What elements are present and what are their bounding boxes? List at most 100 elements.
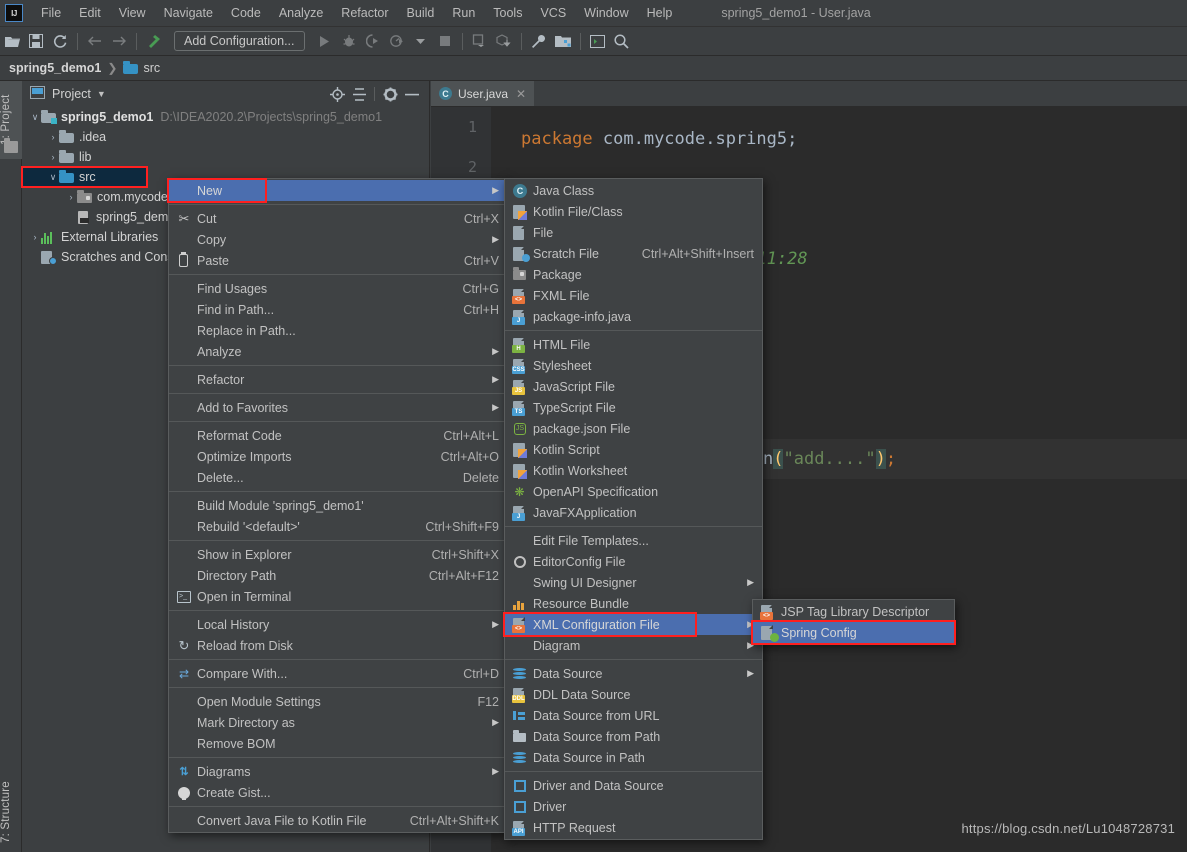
menu-item-kotlin-worksheet[interactable]: Kotlin Worksheet bbox=[505, 460, 762, 481]
menu-item-mark-directory-as[interactable]: Mark Directory as ▶ bbox=[169, 712, 507, 733]
breadcrumb-item-src[interactable]: src bbox=[123, 61, 160, 75]
menu-item-new[interactable]: New ▶ bbox=[169, 180, 507, 201]
menu-item-show-in-explorer[interactable]: Show in Explorer Ctrl+Shift+X bbox=[169, 544, 507, 565]
stop-icon[interactable] bbox=[433, 30, 457, 52]
menu-item-add-to-favorites[interactable]: Add to Favorites ▶ bbox=[169, 397, 507, 418]
menu-item-diagrams[interactable]: ⇅ Diagrams ▶ bbox=[169, 761, 507, 782]
menu-item-driver[interactable]: Driver bbox=[505, 796, 762, 817]
menu-item-fxml-file[interactable]: <> FXML File bbox=[505, 285, 762, 306]
menu-item-paste[interactable]: Paste Ctrl+V bbox=[169, 250, 507, 271]
add-configuration-button[interactable]: Add Configuration... bbox=[174, 31, 305, 51]
build-hammer-icon[interactable] bbox=[142, 30, 166, 52]
menubar-item-file[interactable]: File bbox=[32, 3, 70, 23]
menu-item-stylesheet[interactable]: CSS Stylesheet bbox=[505, 355, 762, 376]
menubar-item-code[interactable]: Code bbox=[222, 3, 270, 23]
menubar-item-tools[interactable]: Tools bbox=[484, 3, 531, 23]
menu-item-find-usages[interactable]: Find Usages Ctrl+G bbox=[169, 278, 507, 299]
menu-item-convert-java-file-to-kotlin-file[interactable]: Convert Java File to Kotlin File Ctrl+Alt… bbox=[169, 810, 507, 831]
tree-node-spring5-demo1[interactable]: ∨ spring5_demo1 D:\IDEA2020.2\Projects\spr… bbox=[22, 107, 430, 127]
menu-item-create-gist-[interactable]: Create Gist... bbox=[169, 782, 507, 803]
menu-item-javafxapplication[interactable]: J JavaFXApplication bbox=[505, 502, 762, 523]
menu-item-scratch-file[interactable]: Scratch File Ctrl+Alt+Shift+Insert bbox=[505, 243, 762, 264]
menu-item-local-history[interactable]: Local History ▶ bbox=[169, 614, 507, 635]
chevron-right-icon[interactable]: › bbox=[47, 152, 59, 162]
collapse-all-icon[interactable] bbox=[348, 84, 370, 104]
menubar-item-build[interactable]: Build bbox=[398, 3, 444, 23]
menu-item-jsp-tag-library-descriptor[interactable]: <> JSP Tag Library Descriptor bbox=[753, 601, 954, 622]
menu-item-data-source-in-path[interactable]: Data Source in Path bbox=[505, 747, 762, 768]
tree-node--idea[interactable]: › .idea bbox=[22, 127, 430, 147]
menu-item-delete-[interactable]: Delete... Delete bbox=[169, 467, 507, 488]
menu-item-analyze[interactable]: Analyze ▶ bbox=[169, 341, 507, 362]
menu-item-build-module-spring5-demo1-[interactable]: Build Module 'spring5_demo1' bbox=[169, 495, 507, 516]
menu-item-reformat-code[interactable]: Reformat Code Ctrl+Alt+L bbox=[169, 425, 507, 446]
menu-item-file[interactable]: File bbox=[505, 222, 762, 243]
menu-item-driver-and-data-source[interactable]: Driver and Data Source bbox=[505, 775, 762, 796]
attach-debugger-icon[interactable] bbox=[468, 30, 492, 52]
stripe-button-structure[interactable]: 7: Structure bbox=[0, 771, 22, 852]
chevron-down-icon[interactable]: ▼ bbox=[97, 89, 106, 99]
tree-node-src[interactable]: ∨ src bbox=[21, 166, 148, 188]
menu-item-spring-config[interactable]: Spring Config bbox=[753, 622, 954, 643]
menubar-item-run[interactable]: Run bbox=[443, 3, 484, 23]
menubar-item-navigate[interactable]: Navigate bbox=[155, 3, 222, 23]
menu-item-typescript-file[interactable]: TS TypeScript File bbox=[505, 397, 762, 418]
menu-item-data-source-from-url[interactable]: Data Source from URL bbox=[505, 705, 762, 726]
menu-item-html-file[interactable]: H HTML File bbox=[505, 334, 762, 355]
menu-item-directory-path[interactable]: Directory Path Ctrl+Alt+F12 bbox=[169, 565, 507, 586]
menu-item-diagram[interactable]: Diagram ▶ bbox=[505, 635, 762, 656]
menu-item-openapi-specification[interactable]: ❋ OpenAPI Specification bbox=[505, 481, 762, 502]
menu-item-refactor[interactable]: Refactor ▶ bbox=[169, 369, 507, 390]
chevron-down-icon[interactable]: ∨ bbox=[29, 112, 41, 123]
menu-item-reload-from-disk[interactable]: ↻ Reload from Disk bbox=[169, 635, 507, 656]
profile-dropdown-icon[interactable] bbox=[409, 30, 433, 52]
menubar-item-vcs[interactable]: VCS bbox=[531, 3, 575, 23]
menu-item-replace-in-path-[interactable]: Replace in Path... bbox=[169, 320, 507, 341]
menu-item-xml-configuration-file[interactable]: <> XML Configuration File ▶ bbox=[505, 614, 762, 635]
open-folder-icon[interactable] bbox=[0, 30, 24, 52]
menu-item-kotlin-script[interactable]: Kotlin Script bbox=[505, 439, 762, 460]
sync-icon[interactable] bbox=[48, 30, 72, 52]
menu-item-swing-ui-designer[interactable]: Swing UI Designer ▶ bbox=[505, 572, 762, 593]
debug-icon[interactable] bbox=[337, 30, 361, 52]
menu-item-copy[interactable]: Copy ▶ bbox=[169, 229, 507, 250]
chevron-right-icon[interactable]: › bbox=[29, 232, 41, 242]
run-with-coverage-icon[interactable] bbox=[361, 30, 385, 52]
menu-item-cut[interactable]: ✂ Cut Ctrl+X bbox=[169, 208, 507, 229]
editor-tab-user-java[interactable]: C User.java ✕ bbox=[431, 81, 535, 106]
menu-item-edit-file-templates-[interactable]: Edit File Templates... bbox=[505, 530, 762, 551]
menu-item-find-in-path-[interactable]: Find in Path... Ctrl+H bbox=[169, 299, 507, 320]
menu-item-ddl-data-source[interactable]: DDL DDL Data Source bbox=[505, 684, 762, 705]
menu-item-package[interactable]: Package bbox=[505, 264, 762, 285]
menu-item-compare-with-[interactable]: ⇄ Compare With... Ctrl+D bbox=[169, 663, 507, 684]
menu-item-editorconfig-file[interactable]: EditorConfig File bbox=[505, 551, 762, 572]
menu-item-package-info-java[interactable]: Jpackage-info.java bbox=[505, 306, 762, 327]
menu-item-remove-bom[interactable]: Remove BOM bbox=[169, 733, 507, 754]
menu-item-data-source[interactable]: Data Source ▶ bbox=[505, 663, 762, 684]
menubar-item-view[interactable]: View bbox=[110, 3, 155, 23]
chevron-down-icon[interactable]: ∨ bbox=[47, 172, 59, 183]
terminal-icon[interactable] bbox=[586, 30, 610, 52]
chevron-right-icon[interactable]: › bbox=[65, 192, 77, 202]
save-all-icon[interactable] bbox=[24, 30, 48, 52]
menu-item-data-source-from-path[interactable]: Data Source from Path bbox=[505, 726, 762, 747]
forward-arrow-icon[interactable] bbox=[107, 30, 131, 52]
chevron-right-icon[interactable]: › bbox=[47, 132, 59, 142]
menu-item-rebuild-default-[interactable]: Rebuild '<default>' Ctrl+Shift+F9 bbox=[169, 516, 507, 537]
locate-icon[interactable] bbox=[326, 84, 348, 104]
tree-node-lib[interactable]: › lib bbox=[22, 147, 430, 167]
menu-item-open-module-settings[interactable]: Open Module Settings F12 bbox=[169, 691, 507, 712]
back-arrow-icon[interactable] bbox=[83, 30, 107, 52]
menu-item-javascript-file[interactable]: JS JavaScript File bbox=[505, 376, 762, 397]
hide-icon[interactable] bbox=[401, 84, 423, 104]
menu-item-package-json-file[interactable]: JS package.json File bbox=[505, 418, 762, 439]
breadcrumb-item-project[interactable]: spring5_demo1 bbox=[9, 61, 101, 75]
update-project-icon[interactable] bbox=[492, 30, 516, 52]
menubar-item-window[interactable]: Window bbox=[575, 3, 637, 23]
close-icon[interactable]: ✕ bbox=[516, 87, 526, 101]
menu-item-open-in-terminal[interactable]: >_ Open in Terminal bbox=[169, 586, 507, 607]
menu-item-kotlin-file-class[interactable]: Kotlin File/Class bbox=[505, 201, 762, 222]
settings-wrench-icon[interactable] bbox=[527, 30, 551, 52]
menu-item-http-request[interactable]: API HTTP Request bbox=[505, 817, 762, 838]
profile-icon[interactable] bbox=[385, 30, 409, 52]
